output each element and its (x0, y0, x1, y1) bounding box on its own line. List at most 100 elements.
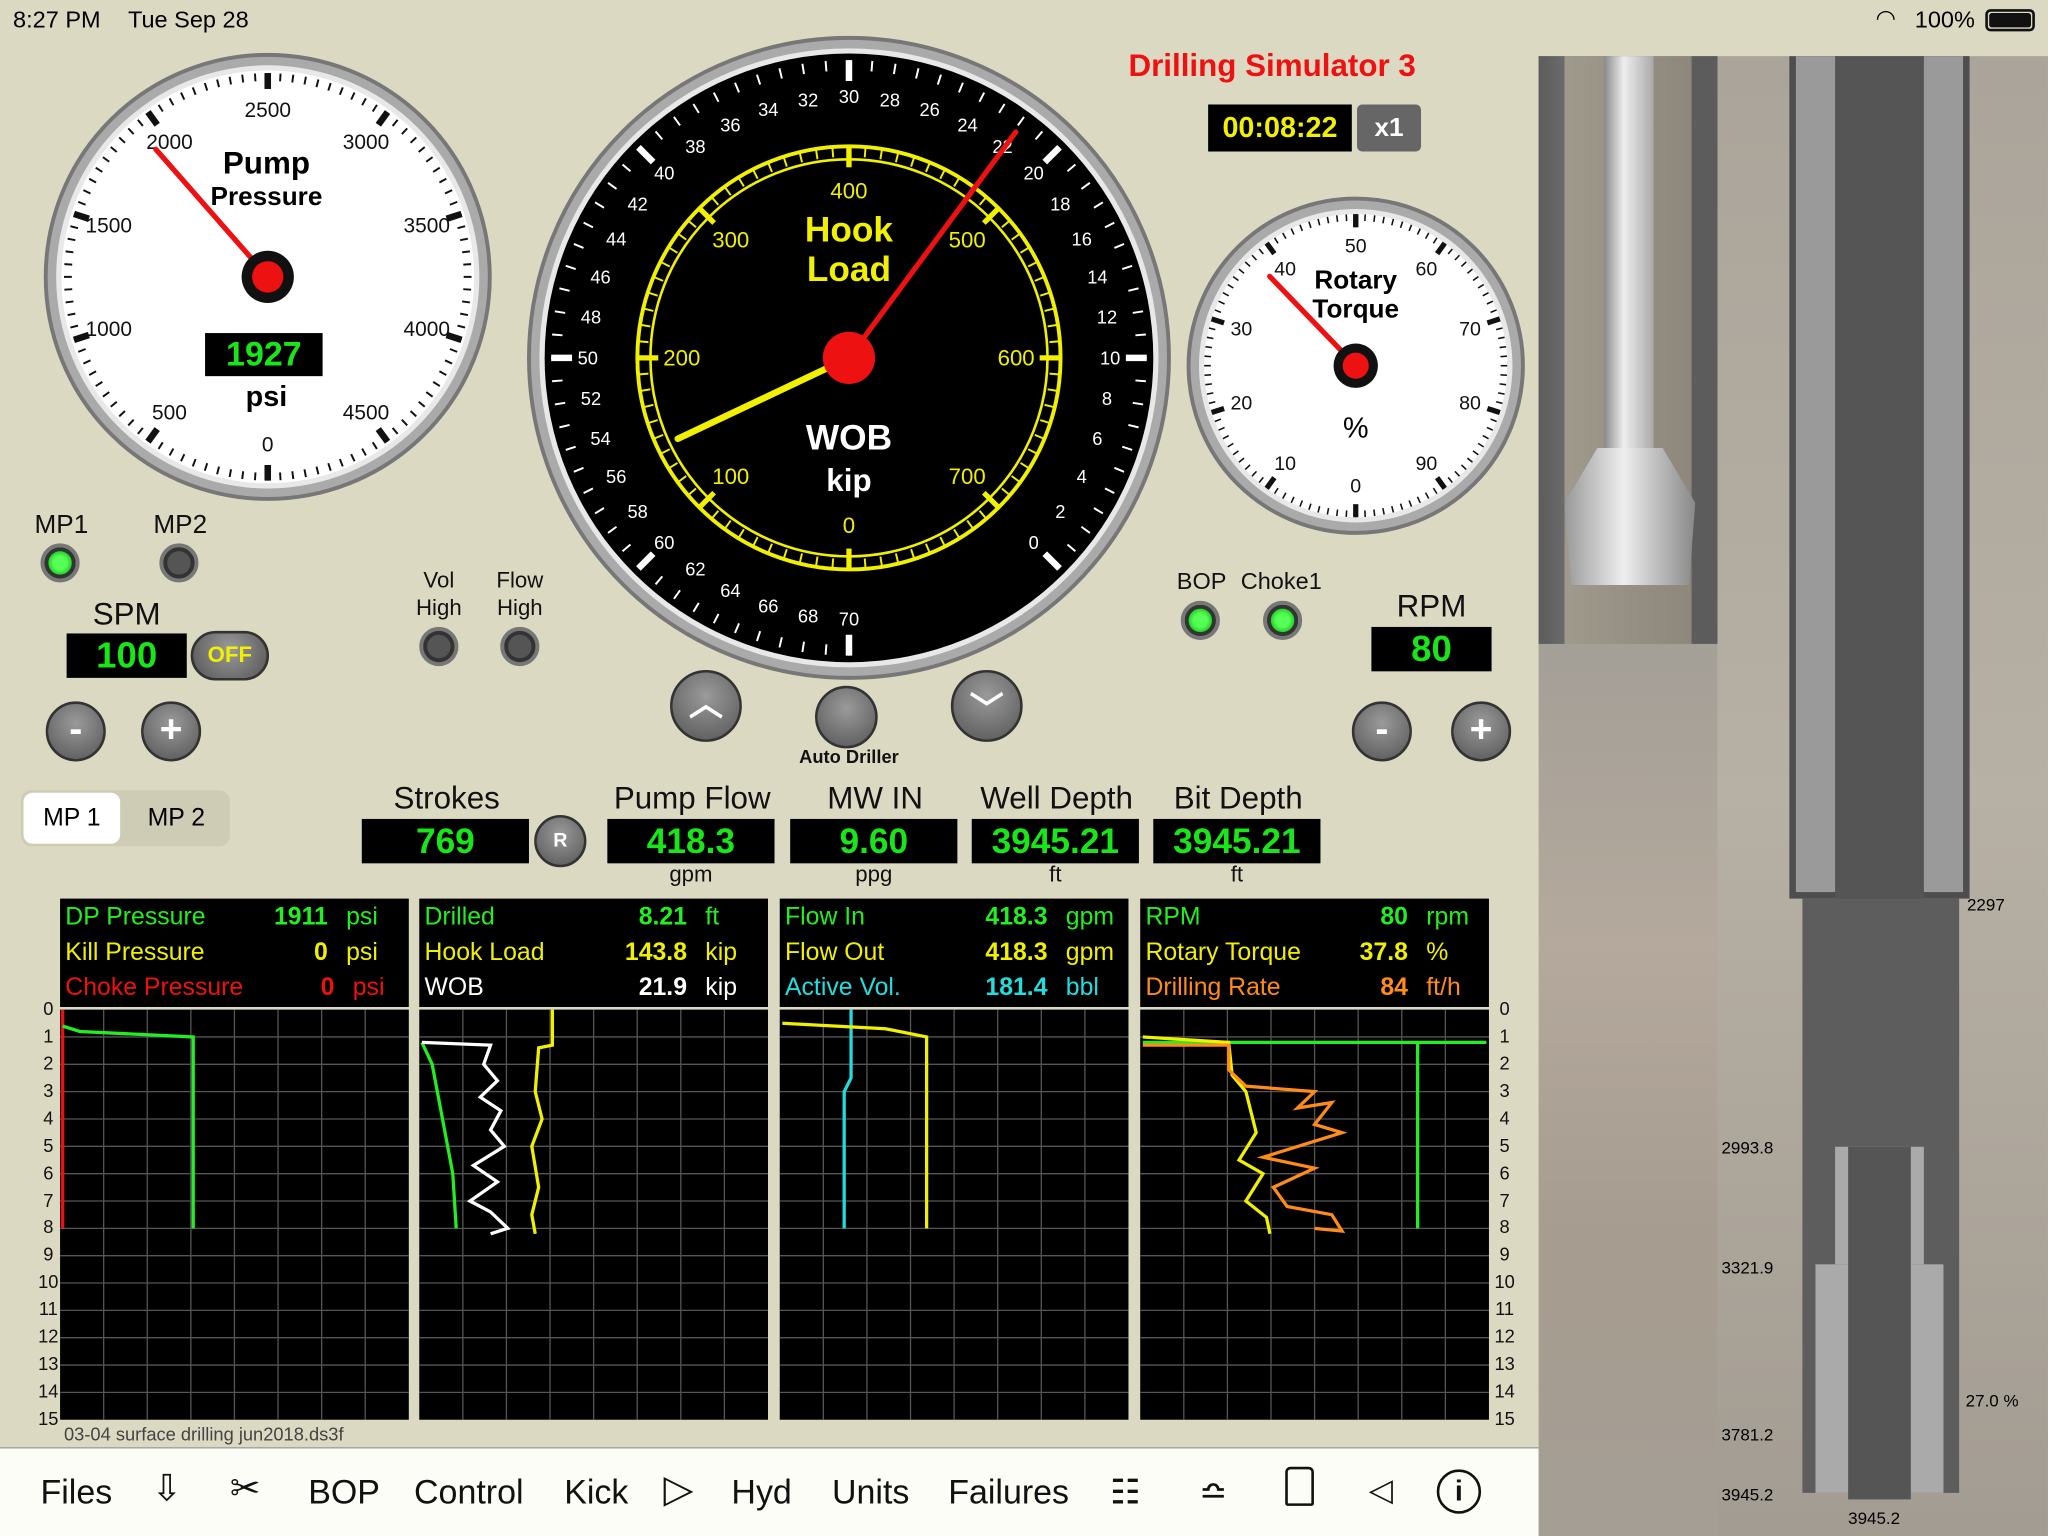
gauge-label: 24 (957, 115, 977, 136)
gauge-label: 4500 (343, 401, 389, 424)
gauge-label: 40 (654, 163, 674, 184)
panel-row: Choke Pressure 0 psi (65, 974, 398, 1003)
flow-high-label: Flow High (481, 567, 559, 622)
gauge-tick (863, 146, 867, 158)
panel-row: WOB 21.9 kip (424, 974, 757, 1003)
spm-plus-button[interactable]: + (141, 701, 202, 762)
panel-row-name: RPM (1145, 903, 1201, 932)
gauge-label: 64 (720, 580, 740, 601)
sim-timer: 00:08:22 (1208, 104, 1352, 152)
mp1-indicator[interactable] (40, 543, 80, 583)
gauge-label: 60 (654, 532, 674, 553)
label-line: High (416, 595, 462, 621)
torque-gauge-unit: % (1342, 411, 1369, 445)
nav-hyd[interactable]: Hyd (731, 1472, 791, 1512)
gauge-tick (831, 146, 835, 158)
y-tick-right: 0 (1499, 997, 1510, 1019)
mp2-indicator[interactable] (159, 543, 199, 583)
gauge-tick (65, 250, 74, 254)
gauge-label: 0 (262, 433, 274, 456)
y-tick-right: 12 (1494, 1325, 1515, 1347)
pump-off-button[interactable]: OFF (190, 630, 270, 681)
info-icon[interactable]: i (1436, 1469, 1482, 1514)
bop-label: BOP (1176, 568, 1227, 595)
nav-files[interactable]: Files (40, 1472, 112, 1512)
nav-failures[interactable]: Failures (948, 1472, 1069, 1512)
play-icon[interactable]: ▷ (663, 1467, 693, 1513)
gauge-label: 14 (1087, 267, 1107, 288)
panel-row-name: Hook Load (424, 939, 545, 967)
gauge-label: 400 (830, 178, 867, 203)
casing-depth-label: 2297 (1966, 894, 2005, 915)
speed-button[interactable]: x1 (1357, 104, 1422, 152)
export-icon[interactable]: ⇩ (152, 1467, 183, 1510)
panel-row-unit: kip (705, 939, 738, 967)
panel-row-name: Drilled (424, 903, 495, 932)
bottom-toolbar: Files ⇩ ✂ BOP Control Kick ▷ Hyd Units F… (0, 1447, 1539, 1536)
panel-row-name: Flow In (784, 903, 865, 932)
tools-icon[interactable]: ✂ (230, 1467, 261, 1510)
rpm-minus-button[interactable]: - (1351, 701, 1412, 762)
panel-row-value: 21.9 (638, 974, 688, 1002)
percent-label: 27.0 % (1965, 1390, 2019, 1411)
nav-units[interactable]: Units (832, 1472, 909, 1512)
gauge-label: 44 (606, 229, 626, 250)
y-tick-right: 15 (1494, 1407, 1515, 1429)
gauge-label: 0 (1029, 532, 1039, 553)
y-tick-left: 11 (38, 1298, 58, 1320)
spm-minus-button[interactable]: - (45, 701, 106, 762)
panel-row: Flow In 418.3 gpm (785, 904, 1118, 933)
sound-off-icon[interactable]: ◁ (1369, 1472, 1393, 1510)
gauge-label: 36 (720, 115, 740, 136)
gauge-label: 50 (578, 347, 598, 368)
gauge-tick (1499, 345, 1507, 349)
panel-row-value: 8.21 (638, 903, 688, 932)
hook-title-line: Hook (804, 210, 894, 250)
panel-row-name: Kill Pressure (65, 939, 205, 967)
chart-trace (782, 1021, 929, 1229)
nav-control[interactable]: Control (414, 1472, 523, 1512)
panel-row-unit: kip (705, 974, 738, 1002)
y-tick-left: 7 (43, 1189, 54, 1211)
rpm-plus-button[interactable]: + (1451, 701, 1512, 762)
layers-icon[interactable]: ≏ (1199, 1472, 1227, 1512)
panel-row-name: Flow Out (784, 939, 885, 967)
battery-icon (1985, 9, 2035, 32)
readout-value: 3945.21 (971, 818, 1139, 864)
hoist-down-button[interactable]: ﹀ (950, 670, 1023, 742)
y-tick-right: 3 (1499, 1079, 1510, 1101)
gauge-label: 3500 (404, 215, 450, 238)
wellbore-diagram: 2297 2993.8 3321.9 3781.2 3945.2 27.0 % … (1717, 56, 2048, 1536)
nav-kick[interactable]: Kick (564, 1472, 628, 1512)
hoist-up-button[interactable]: ︿ (670, 670, 742, 742)
gauge-tick (870, 60, 874, 72)
hook-title-line: Load (806, 249, 892, 289)
readout-label: MW IN (827, 781, 923, 817)
auto-driller-button[interactable] (815, 685, 878, 749)
torque-title-line: Rotary (1314, 266, 1398, 296)
sliders-icon[interactable]: ☷ (1110, 1472, 1140, 1512)
tab-mp2[interactable]: MP 2 (128, 793, 225, 844)
y-tick-right: 9 (1499, 1243, 1510, 1265)
gauge-tick (291, 471, 295, 480)
bop-indicator[interactable] (1180, 600, 1220, 640)
reset-strokes-button[interactable]: R (534, 815, 587, 868)
y-tick-left: 10 (38, 1271, 59, 1293)
readout-value: 769 (361, 818, 529, 864)
gauge-label: 28 (880, 89, 900, 110)
tab-mp1[interactable]: MP 1 (23, 792, 121, 844)
gauge-tick (1205, 345, 1212, 349)
gauge-label: 0 (843, 513, 855, 538)
gauge-tick (552, 379, 563, 383)
pump-pressure-readout: 1927 (205, 333, 323, 377)
flow-high-indicator (500, 626, 540, 667)
bottom-depth-label: 3945.2 (1848, 1508, 1901, 1529)
gauge-tick (1205, 383, 1212, 386)
status-time: 8:27 PM (13, 6, 101, 33)
nav-bop[interactable]: BOP (308, 1472, 380, 1512)
panel-row-name: DP Pressure (65, 903, 206, 932)
gauge-label: 50 (1345, 235, 1367, 257)
lock-icon[interactable] (1285, 1466, 1314, 1506)
choke-indicator[interactable] (1262, 600, 1303, 640)
wifi-icon: ◠ (1875, 5, 1897, 32)
